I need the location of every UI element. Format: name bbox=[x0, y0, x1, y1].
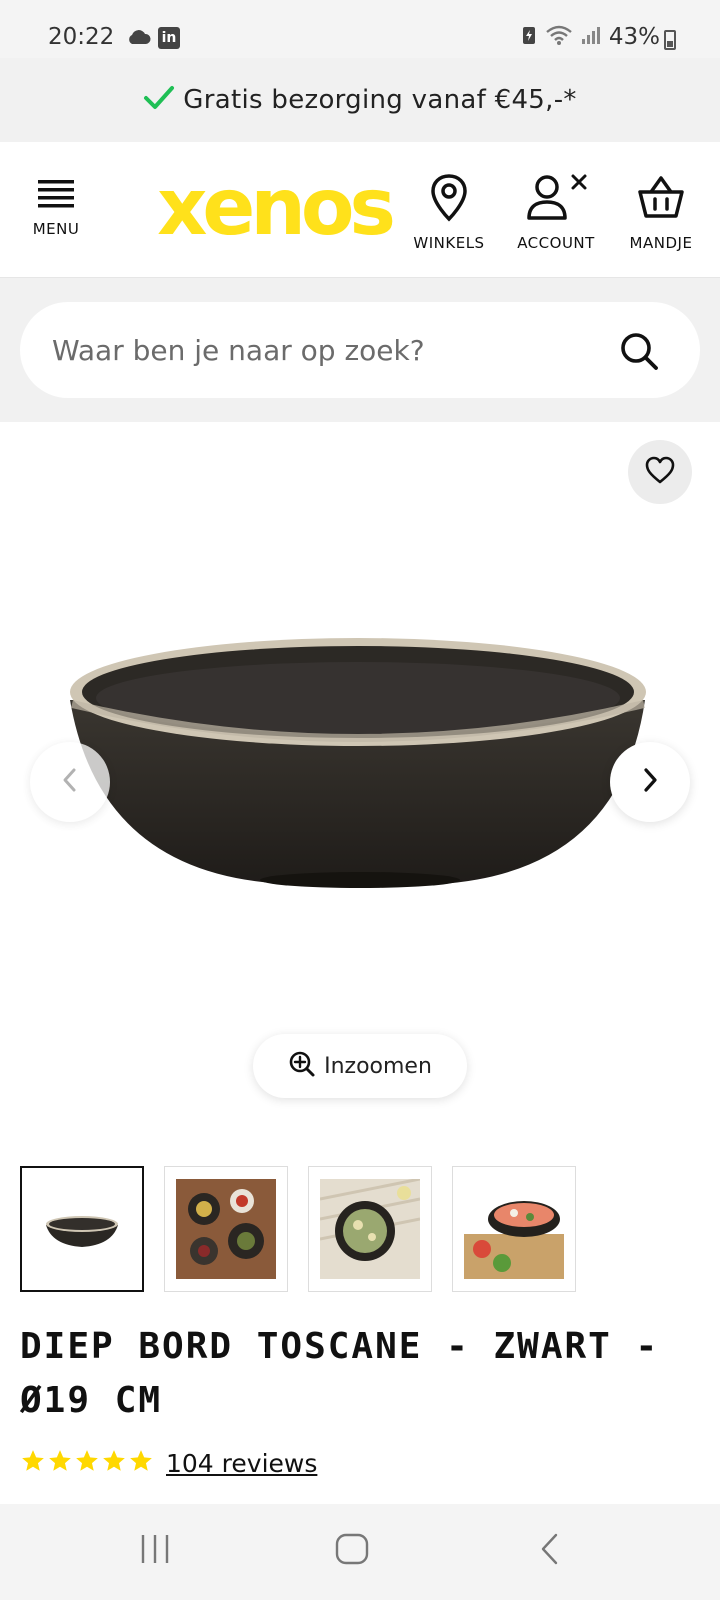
battery-icon bbox=[664, 30, 676, 50]
thumbnail-bowl-image bbox=[32, 1179, 132, 1279]
menu-button[interactable]: MENU bbox=[24, 178, 88, 238]
thumbnail-pasta-image bbox=[320, 1179, 420, 1279]
xenos-logo[interactable]: xenos bbox=[138, 163, 410, 253]
product-title: DIEP BORD TOSCANE - ZWART - Ø19 CM bbox=[20, 1326, 660, 1421]
reviews-link[interactable]: 104 reviews bbox=[166, 1449, 317, 1478]
thumbnail-1[interactable] bbox=[20, 1166, 144, 1292]
heart-icon bbox=[644, 455, 676, 489]
logo-text: xenos bbox=[157, 172, 392, 244]
star-icon bbox=[74, 1448, 100, 1478]
location-pin-icon bbox=[427, 174, 471, 228]
system-navigation-bar bbox=[0, 1504, 720, 1600]
gallery-next-button[interactable] bbox=[610, 742, 690, 822]
chevron-left-icon bbox=[60, 766, 80, 798]
star-icon bbox=[47, 1448, 73, 1478]
product-gallery: Inzoomen bbox=[0, 422, 720, 1122]
star-icon bbox=[20, 1448, 46, 1478]
back-button[interactable] bbox=[536, 1532, 564, 1570]
recent-apps-button[interactable] bbox=[138, 1532, 172, 1570]
nav-mandje-label: MANDJE bbox=[629, 234, 693, 252]
status-time: 20:22 bbox=[48, 24, 115, 50]
search-section bbox=[0, 278, 720, 422]
linkedin-icon: in bbox=[158, 27, 180, 49]
account-logged-out-icon bbox=[521, 174, 591, 228]
star-icon bbox=[128, 1448, 154, 1478]
star-rating bbox=[20, 1448, 154, 1478]
star-icon bbox=[101, 1448, 127, 1478]
status-bar: 20:22 in 43% bbox=[0, 0, 720, 58]
cloud-icon bbox=[126, 28, 152, 50]
check-icon bbox=[143, 84, 175, 116]
nav-account-label: ACCOUNT bbox=[517, 234, 595, 252]
hamburger-icon bbox=[36, 180, 76, 214]
wifi-icon bbox=[545, 24, 573, 50]
promo-text: Gratis bezorging vanaf €45,-* bbox=[183, 85, 577, 115]
promo-banner: Gratis bezorging vanaf €45,-* bbox=[0, 58, 720, 142]
thumbnail-strip bbox=[20, 1166, 576, 1292]
thumbnail-3[interactable] bbox=[308, 1166, 432, 1292]
gallery-prev-button[interactable] bbox=[30, 742, 110, 822]
nav-winkels-label: WINKELS bbox=[413, 234, 485, 252]
signal-icon bbox=[581, 25, 601, 49]
thumbnail-table-setting-image bbox=[176, 1179, 276, 1279]
thumbnail-4[interactable] bbox=[452, 1166, 576, 1292]
chevron-right-icon bbox=[640, 766, 660, 798]
nav-account[interactable]: ACCOUNT bbox=[510, 172, 602, 252]
zoom-in-icon bbox=[288, 1050, 316, 1082]
battery-saver-icon bbox=[521, 25, 537, 49]
site-header: MENU xenos WINKELS ACCOUNT MANDJE bbox=[0, 142, 720, 278]
status-right-group: 43% bbox=[521, 24, 660, 50]
nav-mandje[interactable]: MANDJE bbox=[620, 172, 702, 252]
search-input[interactable] bbox=[52, 302, 612, 398]
menu-label: MENU bbox=[32, 220, 80, 238]
battery-percentage: 43% bbox=[608, 24, 660, 50]
zoom-button[interactable]: Inzoomen bbox=[253, 1034, 467, 1098]
search-icon[interactable] bbox=[618, 330, 660, 376]
zoom-label: Inzoomen bbox=[324, 1053, 432, 1079]
favorite-button[interactable] bbox=[628, 440, 692, 504]
thumbnail-salad-image bbox=[464, 1179, 564, 1279]
search-box bbox=[20, 302, 700, 398]
product-image[interactable] bbox=[60, 622, 660, 922]
nav-winkels[interactable]: WINKELS bbox=[408, 172, 490, 252]
thumbnail-2[interactable] bbox=[164, 1166, 288, 1292]
basket-icon bbox=[636, 176, 686, 228]
home-button[interactable] bbox=[334, 1532, 370, 1570]
product-rating: 104 reviews bbox=[20, 1448, 317, 1478]
